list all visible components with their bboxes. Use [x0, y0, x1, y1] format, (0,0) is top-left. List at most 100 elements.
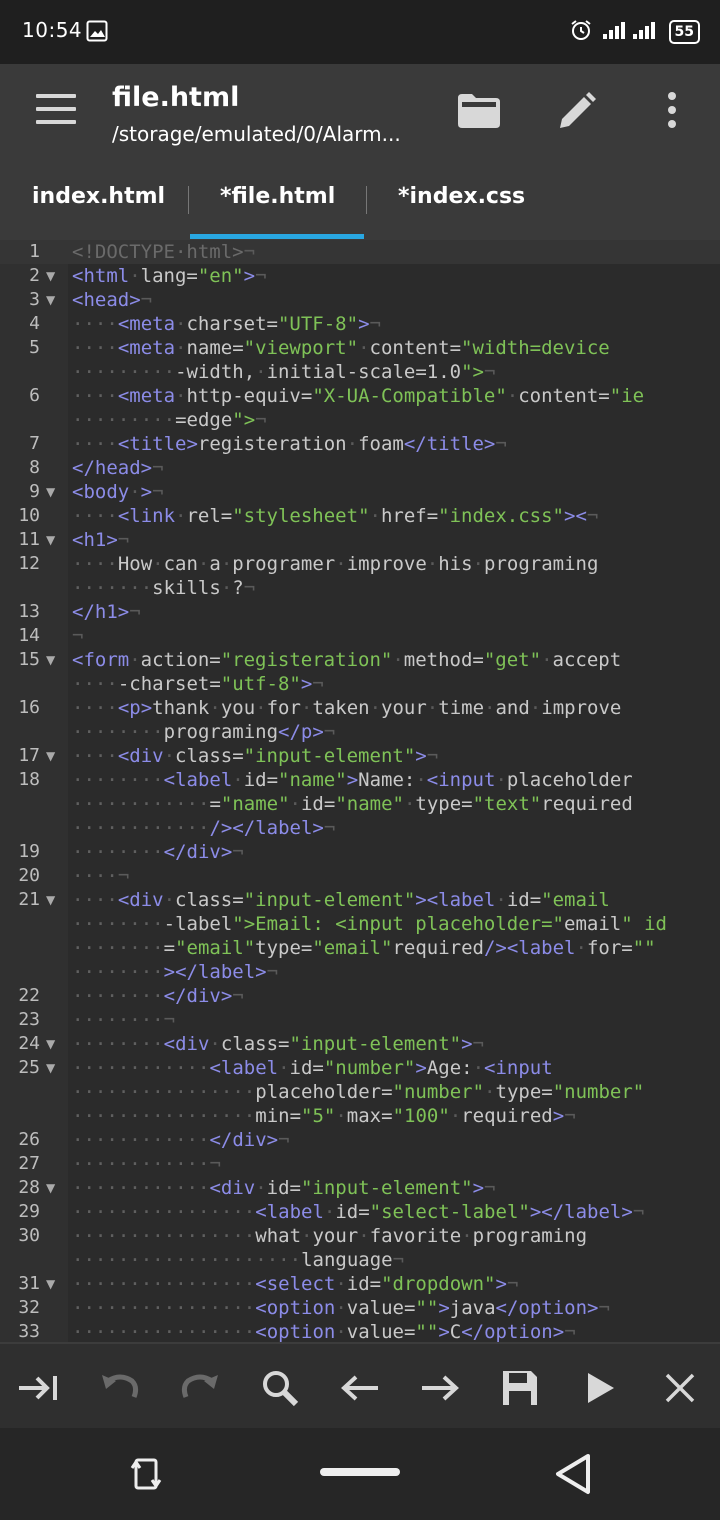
code-line[interactable]: 31 ▼ ················<select·id="dropdown"…	[0, 1272, 720, 1296]
code-line[interactable]: 28 ▼ ············<div·id="input-element">¬	[0, 1176, 720, 1200]
code-text: <head>¬	[72, 289, 153, 311]
code-line[interactable]: 3 ▼ <head>¬	[0, 288, 720, 312]
code-line[interactable]: 22 ········</div>¬	[0, 984, 720, 1008]
fold-arrow-icon[interactable]: ▼	[46, 1032, 55, 1056]
code-text: </head>¬	[72, 457, 164, 479]
line-number: 2	[29, 265, 40, 286]
folder-icon[interactable]	[456, 90, 502, 134]
code-line[interactable]: 14 ¬	[0, 624, 720, 648]
code-line[interactable]: 27 ············¬	[0, 1152, 720, 1176]
code-line[interactable]: 26 ············</div>¬	[0, 1128, 720, 1152]
fold-arrow-icon[interactable]: ▼	[46, 480, 55, 504]
line-number: 28	[18, 1177, 40, 1198]
editor-toolbar	[0, 1342, 720, 1430]
line-number: 20	[18, 865, 40, 886]
line-number: 7	[29, 433, 40, 454]
file-title: file.html	[112, 82, 240, 113]
fold-arrow-icon[interactable]: ▼	[46, 264, 55, 288]
line-number: 27	[18, 1153, 40, 1174]
fold-arrow-icon[interactable]: ▼	[46, 744, 55, 768]
code-line[interactable]: 10 ····<link·rel="stylesheet"·href="index…	[0, 504, 720, 528]
code-line[interactable]: 30 ················what·your·favorite·pro…	[0, 1224, 720, 1272]
file-tabs: index.html *file.html *index.css	[0, 160, 720, 242]
line-number: 21	[18, 889, 40, 910]
run-icon[interactable]	[578, 1366, 622, 1410]
code-text: ················<option·value="">java</o…	[72, 1297, 610, 1319]
undo-icon[interactable]	[98, 1366, 142, 1410]
search-icon[interactable]	[258, 1366, 302, 1410]
line-number: 25	[18, 1057, 40, 1078]
code-line[interactable]: 7 ····<title>registeration·foam</title>¬	[0, 432, 720, 456]
arrow-right-icon[interactable]	[418, 1366, 462, 1410]
code-text: ····<link·rel="stylesheet"·href="index.c…	[72, 505, 599, 527]
fold-arrow-icon[interactable]: ▼	[46, 528, 55, 552]
system-nav-bar	[0, 1428, 720, 1520]
save-icon[interactable]	[498, 1366, 542, 1410]
code-line[interactable]: 4 ····<meta·charset="UTF-8">¬	[0, 312, 720, 336]
code-line[interactable]: 17 ▼ ····<div·class="input-element">¬	[0, 744, 720, 768]
code-line[interactable]: 15 ▼ <form·action="registeration"·method="…	[0, 648, 720, 696]
code-line[interactable]: 24 ▼ ········<div·class="input-element">¬	[0, 1032, 720, 1056]
code-text: ····<meta·charset="UTF-8">¬	[72, 313, 381, 335]
code-line[interactable]: 33 ················<option·value="">C</op…	[0, 1320, 720, 1342]
code-text: ················<label·id="select-label"…	[72, 1201, 645, 1223]
code-text: </h1>¬	[72, 601, 141, 623]
code-line[interactable]: 5 ····<meta·name="viewport"·content="widt…	[0, 336, 720, 384]
code-line[interactable]: 21 ▼ ····<div·class="input-element"><label…	[0, 888, 720, 984]
line-number: 4	[29, 313, 40, 334]
code-editor[interactable]: 1 <!DOCTYPE·html>¬ 2 ▼ <html·lang="en">¬ 3 ▼ <h…	[0, 240, 720, 1342]
menu-button[interactable]	[36, 94, 76, 130]
code-line[interactable]: 32 ················<option·value="">java<…	[0, 1296, 720, 1320]
tab-index-css[interactable]: *index.css	[398, 184, 525, 209]
code-line[interactable]: 11 ▼ <h1>¬	[0, 528, 720, 552]
line-number: 26	[18, 1129, 40, 1150]
fold-arrow-icon[interactable]: ▼	[46, 1272, 55, 1296]
code-line[interactable]: 2 ▼ <html·lang="en">¬	[0, 264, 720, 288]
code-line[interactable]: 12 ····How·can·a·programer·improve·his·pr…	[0, 552, 720, 600]
code-line[interactable]: 29 ················<label·id="select-labe…	[0, 1200, 720, 1224]
line-number: 29	[18, 1201, 40, 1222]
code-text: <html·lang="en">¬	[72, 265, 267, 287]
code-line[interactable]: 13 </h1>¬	[0, 600, 720, 624]
code-line[interactable]: 18 ········<label·id="name">Name:·<input·…	[0, 768, 720, 840]
line-number: 13	[18, 601, 40, 622]
code-text: ····<div·class="input-element">¬	[72, 745, 439, 767]
fold-arrow-icon[interactable]: ▼	[46, 1176, 55, 1200]
fold-arrow-icon[interactable]: ▼	[46, 888, 55, 912]
status-time: 10:54	[22, 18, 83, 42]
alarm-icon	[569, 18, 593, 46]
rotate-icon[interactable]	[130, 1454, 162, 1498]
fold-arrow-icon[interactable]: ▼	[46, 288, 55, 312]
code-line[interactable]: 25 ▼ ············<label·id="number">Age:·<…	[0, 1056, 720, 1128]
redo-icon[interactable]	[178, 1366, 222, 1410]
code-line[interactable]: 20 ····¬	[0, 864, 720, 888]
code-line[interactable]: 9 ▼ <body·>¬	[0, 480, 720, 504]
code-line[interactable]: 6 ····<meta·http-equiv="X-UA-Compatible"·…	[0, 384, 720, 432]
code-line[interactable]: 23 ········¬	[0, 1008, 720, 1032]
code-line[interactable]: 8 </head>¬	[0, 456, 720, 480]
code-text: ················<option·value="">C</opti…	[72, 1321, 576, 1342]
fold-arrow-icon[interactable]: ▼	[46, 648, 55, 672]
gallery-icon	[86, 20, 108, 46]
back-icon[interactable]	[554, 1452, 592, 1500]
close-icon[interactable]	[658, 1366, 702, 1410]
code-text: ········<div·class="input-element">¬	[72, 1033, 484, 1055]
edit-icon[interactable]	[554, 90, 598, 138]
line-number: 16	[18, 697, 40, 718]
line-number: 3	[29, 289, 40, 310]
code-text: ················<select·id="dropdown">¬	[72, 1273, 519, 1295]
home-pill[interactable]	[320, 1468, 400, 1476]
code-line[interactable]: 16 ····<p>thank·you·for·taken·your·time·a…	[0, 696, 720, 744]
line-number: 23	[18, 1009, 40, 1030]
code-line[interactable]: 19 ········</div>¬	[0, 840, 720, 864]
tab-file-html[interactable]: *file.html	[220, 184, 335, 209]
tab-index-html[interactable]: index.html	[32, 184, 165, 209]
fold-arrow-icon[interactable]: ▼	[46, 1056, 55, 1080]
signal-icon	[601, 19, 661, 45]
more-options-icon[interactable]	[664, 92, 680, 132]
arrow-left-icon[interactable]	[338, 1366, 382, 1410]
code-line[interactable]: 1 <!DOCTYPE·html>¬	[0, 240, 720, 264]
tab-icon[interactable]	[17, 1366, 61, 1410]
line-number: 33	[18, 1321, 40, 1342]
code-text: ····<meta·name="viewport"·content="width…	[72, 337, 610, 383]
